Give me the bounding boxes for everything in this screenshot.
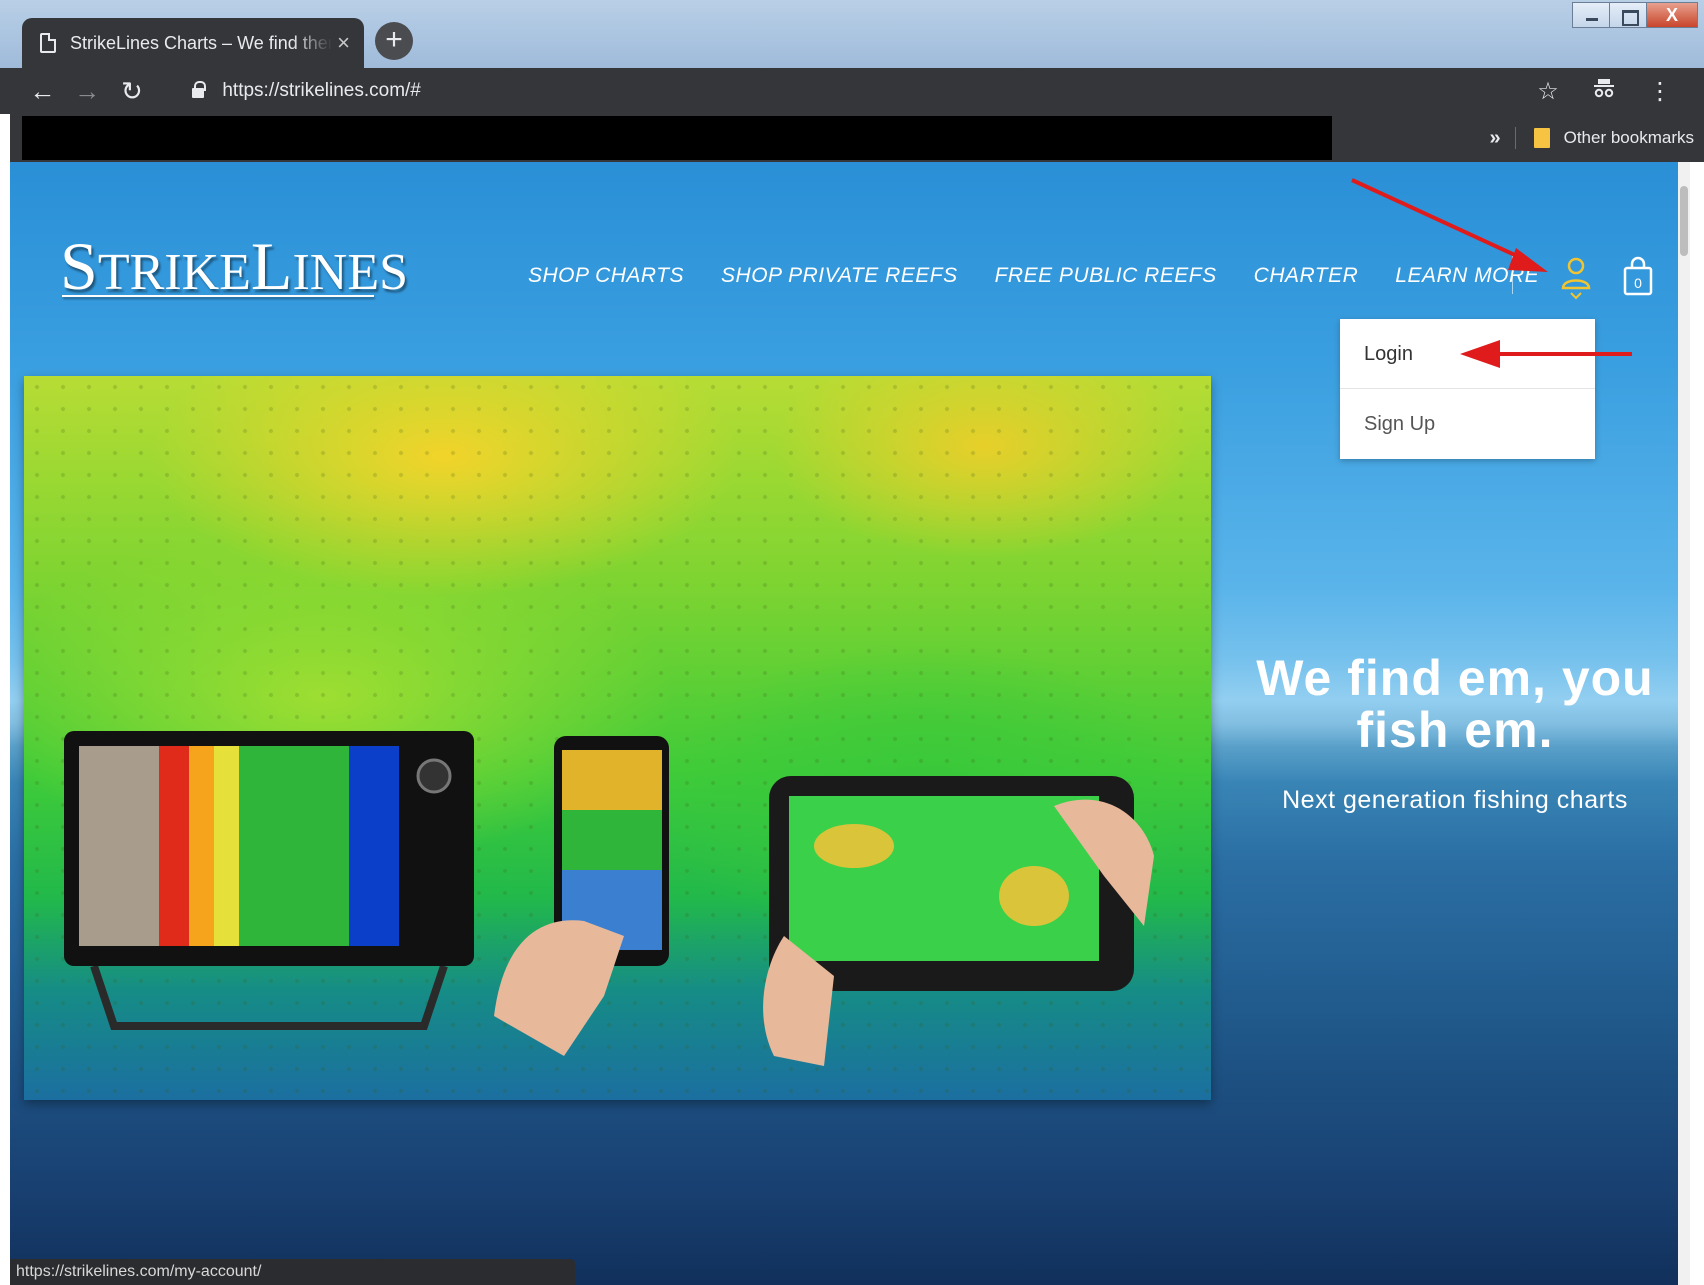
nav-divider — [1512, 254, 1513, 294]
logo-ines: INES — [292, 244, 409, 301]
signup-link[interactable]: Sign Up — [1340, 389, 1595, 459]
incognito-icon[interactable] — [1576, 77, 1632, 105]
bag-outline: 0 — [1623, 256, 1653, 296]
login-link[interactable]: Login — [1340, 319, 1595, 389]
nav-learn-more[interactable]: LEARN MORE — [1395, 264, 1539, 288]
nav-charter[interactable]: CHARTER — [1254, 264, 1359, 288]
link-status-bar: https://strikelines.com/my-account/ — [10, 1259, 575, 1285]
incognito-glyph — [1594, 79, 1615, 98]
logo-trike: TRIKE — [97, 244, 251, 301]
maximize-button[interactable] — [1609, 2, 1647, 28]
cart-count: 0 — [1634, 275, 1642, 291]
hero-image — [24, 376, 1211, 1100]
nav-shop-private-reefs[interactable]: SHOP PRIVATE REEFS — [721, 264, 958, 288]
main-nav: SHOP CHARTS SHOP PRIVATE REEFS FREE PUBL… — [528, 264, 1576, 288]
menu-kebab-icon[interactable]: ⋮ — [1632, 77, 1688, 106]
account-dropdown: Login Sign Up — [1340, 319, 1595, 459]
hero-title-line-1: We find em, you — [1256, 650, 1654, 706]
browser-tab[interactable]: StrikeLines Charts – We find them, you f… — [22, 18, 364, 68]
back-arrow-icon[interactable]: ← — [20, 76, 65, 107]
hero-title: We find em, you fish em. — [1222, 652, 1688, 756]
window-controls: X — [1572, 2, 1698, 28]
strikelines-logo[interactable]: STRIKELINES — [60, 232, 408, 300]
tablet-device — [763, 776, 1154, 1066]
bookmarks-separator — [1514, 127, 1516, 149]
account-user-icon[interactable] — [1560, 256, 1592, 300]
url-text[interactable]: https://strikelines.com/# — [222, 80, 421, 102]
minimize-button[interactable] — [1572, 2, 1610, 28]
logo-underline — [62, 295, 374, 297]
bookmark-star-icon[interactable]: ☆ — [1520, 77, 1576, 106]
chartplotter-device — [64, 731, 474, 1030]
phone-device — [494, 736, 669, 1056]
forward-arrow-icon[interactable]: → — [65, 76, 110, 107]
logo-letter-l: L — [250, 228, 293, 304]
page-scrollbar[interactable] — [1678, 162, 1690, 1285]
browser-tab-strip: StrikeLines Charts – We find them, you f… — [0, 0, 1704, 68]
page-icon — [40, 33, 56, 53]
hero-title-line-2: fish em. — [1356, 702, 1554, 758]
other-bookmarks-link[interactable]: Other bookmarks — [1564, 128, 1694, 148]
nav-free-public-reefs[interactable]: FREE PUBLIC REEFS — [995, 264, 1217, 288]
lock-icon — [192, 81, 207, 98]
folder-icon — [1533, 128, 1550, 148]
tab-title: StrikeLines Charts – We find them, you f… — [70, 32, 332, 53]
browser-toolbar: ← → ↻ https://strikelines.com/# ☆ ⋮ — [0, 68, 1704, 114]
devices-illustration — [64, 731, 1154, 1066]
tab-close-icon[interactable]: × — [337, 32, 350, 54]
reload-icon[interactable]: ↻ — [110, 76, 155, 107]
bookmarks-bar: » Other bookmarks — [10, 114, 1704, 162]
window-close-button[interactable]: X — [1646, 2, 1698, 28]
address-bar[interactable]: https://strikelines.com/# — [176, 73, 1520, 109]
scroll-thumb[interactable] — [1680, 186, 1688, 256]
redacted-bookmarks — [22, 116, 1332, 160]
nav-shop-charts[interactable]: SHOP CHARTS — [528, 264, 684, 288]
logo-letter-s: S — [60, 228, 98, 304]
hero-subtitle: Next generation fishing charts — [1282, 786, 1628, 814]
cart-bag-icon[interactable]: 0 — [1622, 256, 1654, 296]
page-viewport: STRIKELINES SHOP CHARTS SHOP PRIVATE REE… — [10, 162, 1690, 1285]
bookmarks-overflow-button[interactable]: » — [1489, 127, 1500, 150]
new-tab-button[interactable]: + — [375, 22, 413, 60]
